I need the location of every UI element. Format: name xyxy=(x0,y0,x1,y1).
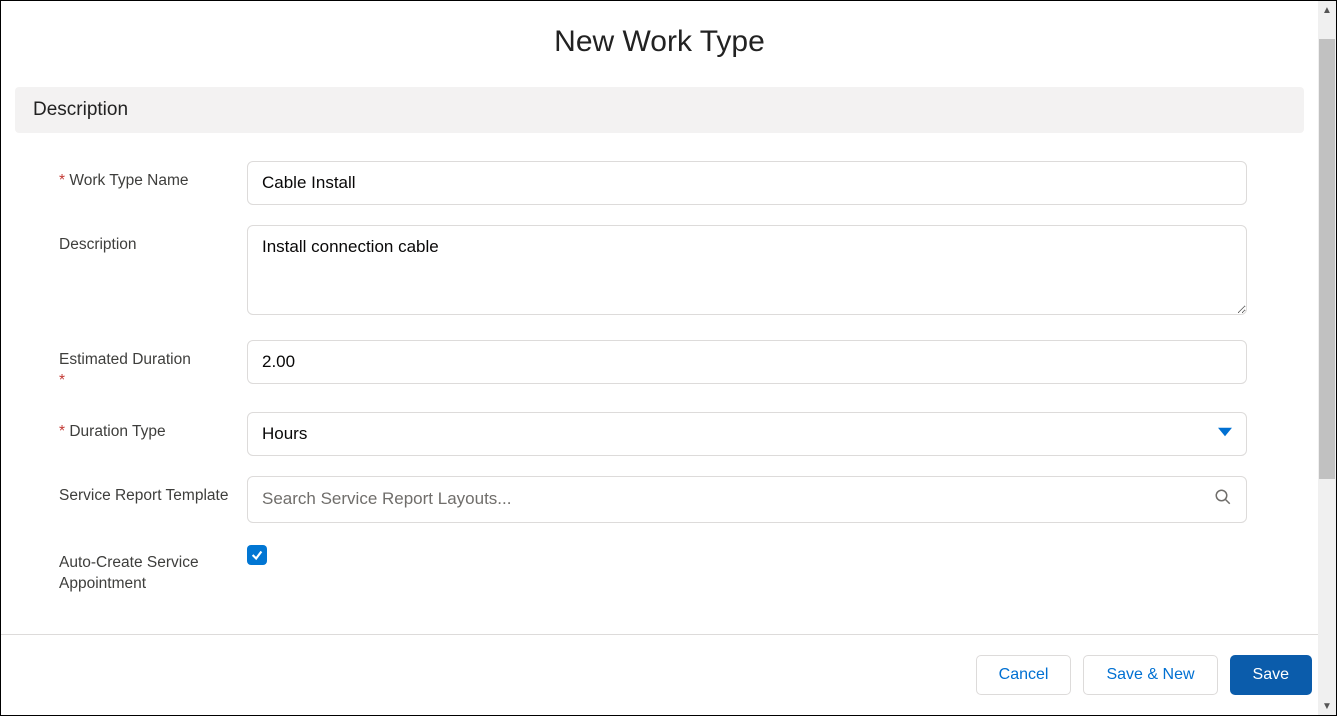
row-estimated-duration: Estimated Duration * xyxy=(1,330,1318,402)
label-text: Auto-Create Service Appointment xyxy=(59,554,199,592)
chevron-down-icon xyxy=(1218,424,1232,444)
cancel-button[interactable]: Cancel xyxy=(976,655,1072,695)
row-service-report-template: Service Report Template Search Service R… xyxy=(1,466,1318,533)
label-text: Service Report Template xyxy=(59,487,228,504)
modal-body: New Work Type Description * Work Type Na… xyxy=(1,1,1336,634)
scrollbar-thumb[interactable] xyxy=(1319,39,1335,479)
modal-window: New Work Type Description * Work Type Na… xyxy=(0,0,1337,716)
save-and-new-button[interactable]: Save & New xyxy=(1083,655,1217,695)
service-report-template-lookup[interactable]: Search Service Report Layouts... xyxy=(247,476,1247,523)
label-auto-create-service-appointment: Auto-Create Service Appointment xyxy=(59,543,247,595)
label-estimated-duration: Estimated Duration * xyxy=(59,340,247,392)
label-text: Duration Type xyxy=(69,423,165,440)
section-header-description: Description xyxy=(15,87,1304,133)
scroll-down-arrow-icon[interactable]: ▼ xyxy=(1318,697,1336,715)
row-auto-create-service-appointment: Auto-Create Service Appointment xyxy=(1,533,1318,605)
label-text: Work Type Name xyxy=(69,172,188,189)
scrollbar-track[interactable] xyxy=(1318,19,1336,697)
estimated-duration-input[interactable] xyxy=(247,340,1247,384)
description-textarea[interactable] xyxy=(247,225,1247,315)
label-description: Description xyxy=(59,225,247,256)
required-marker: * xyxy=(59,372,65,389)
modal-title: New Work Type xyxy=(1,25,1318,59)
label-service-report-template: Service Report Template xyxy=(59,476,247,507)
lookup-placeholder: Search Service Report Layouts... xyxy=(262,489,1214,509)
auto-create-service-appointment-checkbox[interactable] xyxy=(247,545,267,565)
label-text: Description xyxy=(59,236,137,253)
row-duration-type: * Duration Type Hours xyxy=(1,402,1318,466)
vertical-scrollbar[interactable]: ▲ ▼ xyxy=(1318,1,1336,715)
scroll-up-arrow-icon[interactable]: ▲ xyxy=(1318,1,1336,19)
label-text: Estimated Duration xyxy=(59,351,191,368)
label-duration-type: * Duration Type xyxy=(59,412,247,443)
work-type-name-input[interactable] xyxy=(247,161,1247,205)
select-value: Hours xyxy=(262,424,307,444)
modal-footer: Cancel Save & New Save xyxy=(1,634,1336,715)
required-marker: * xyxy=(59,172,65,189)
save-button[interactable]: Save xyxy=(1230,655,1312,695)
required-marker: * xyxy=(59,423,65,440)
row-description: Description xyxy=(1,215,1318,330)
row-work-type-name: * Work Type Name xyxy=(1,151,1318,215)
duration-type-select[interactable]: Hours xyxy=(247,412,1247,456)
checkmark-icon xyxy=(250,548,264,562)
search-icon xyxy=(1214,488,1232,511)
label-work-type-name: * Work Type Name xyxy=(59,161,247,192)
